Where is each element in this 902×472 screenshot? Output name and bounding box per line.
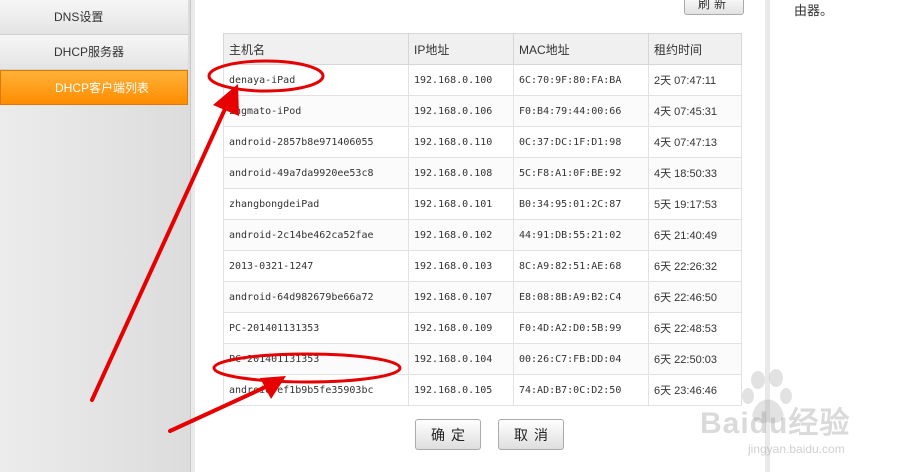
table-header-row: 主机名 IP地址 MAC地址 租约时间 [223, 33, 742, 65]
cell-lease: 5天 19:17:53 [648, 188, 742, 220]
help-text: 由器。 [794, 3, 834, 18]
cell-hostname: 2013-0321-1247 [223, 250, 409, 282]
cell-lease: 4天 07:47:13 [648, 126, 742, 158]
cell-ip: 192.168.0.106 [408, 95, 514, 127]
cell-ip: 192.168.0.104 [408, 343, 514, 375]
cell-hostname: android-2857b8e971406055 [223, 126, 409, 158]
cell-mac: 44:91:DB:55:21:02 [513, 219, 649, 251]
table-row: android-64d982679be66a72 192.168.0.107 E8:… [223, 281, 742, 313]
cell-ip: 192.168.0.100 [408, 64, 514, 96]
table-row: PC-201401131353 192.168.0.104 00:26:C7:FB:… [223, 343, 742, 375]
cell-hostname: zhgmato-iPod [223, 95, 409, 127]
cell-hostname: android-2c14be462ca52fae [223, 219, 409, 251]
cell-mac: 8C:A9:82:51:AE:68 [513, 250, 649, 282]
column-header-ip: IP地址 [408, 33, 514, 65]
cell-hostname: android-49a7da9920ee53c8 [223, 157, 409, 189]
cancel-button[interactable]: 取消 [498, 419, 564, 450]
cell-ip: 192.168.0.108 [408, 157, 514, 189]
table-row: denaya-iPad 192.168.0.100 6C:70:9F:80:FA:B… [223, 64, 742, 96]
cell-ip: 192.168.0.109 [408, 312, 514, 344]
cell-ip: 192.168.0.107 [408, 281, 514, 313]
cell-hostname: PC-201401131353 [223, 343, 409, 375]
cell-hostname: android-ef1b9b5fe35903bc [223, 374, 409, 406]
cell-ip: 192.168.0.102 [408, 219, 514, 251]
refresh-button[interactable]: 刷新 [684, 0, 744, 15]
cell-ip: 192.168.0.110 [408, 126, 514, 158]
cell-lease: 6天 21:40:49 [648, 219, 742, 251]
table-row: zhangbongdeiPad 192.168.0.101 B0:34:95:01:… [223, 188, 742, 220]
cell-mac: 74:AD:B7:0C:D2:50 [513, 374, 649, 406]
column-header-lease: 租约时间 [648, 33, 742, 65]
ok-button[interactable]: 确定 [415, 419, 481, 450]
cell-mac: F0:B4:79:44:00:66 [513, 95, 649, 127]
cell-ip: 192.168.0.103 [408, 250, 514, 282]
cell-lease: 4天 07:45:31 [648, 95, 742, 127]
dhcp-client-table: 主机名 IP地址 MAC地址 租约时间 denaya-iPad 192.168.0… [223, 33, 742, 406]
cell-mac: E8:08:8B:A9:B2:C4 [513, 281, 649, 313]
column-header-mac: MAC地址 [513, 33, 649, 65]
sidebar-item-dhcp-client-list[interactable]: DHCP客户端列表 [0, 70, 188, 105]
table-row: android-49a7da9920ee53c8 192.168.0.108 5C:… [223, 157, 742, 189]
table-row: PC-201401131353 192.168.0.109 F0:4D:A2:D0:… [223, 312, 742, 344]
column-header-hostname: 主机名 [223, 33, 409, 65]
baidu-watermark-url: jingyan.baidu.com [748, 442, 845, 456]
cell-mac: 6C:70:9F:80:FA:BA [513, 64, 649, 96]
cell-ip: 192.168.0.105 [408, 374, 514, 406]
cell-mac: B0:34:95:01:2C:87 [513, 188, 649, 220]
cell-lease: 6天 22:26:32 [648, 250, 742, 282]
cell-hostname: zhangbongdeiPad [223, 188, 409, 220]
cell-lease: 6天 22:48:53 [648, 312, 742, 344]
sidebar-item-dhcp-server[interactable]: DHCP服务器 [0, 35, 188, 70]
table-row: zhgmato-iPod 192.168.0.106 F0:B4:79:44:00:… [223, 95, 742, 127]
cell-mac: 00:26:C7:FB:DD:04 [513, 343, 649, 375]
sidebar: DNS设置 DHCP服务器 DHCP客户端列表 [0, 0, 191, 472]
cell-mac: 5C:F8:A1:0F:BE:92 [513, 157, 649, 189]
cell-hostname: denaya-iPad [223, 64, 409, 96]
table-row: android-2c14be462ca52fae 192.168.0.102 44:… [223, 219, 742, 251]
cell-lease: 6天 22:46:50 [648, 281, 742, 313]
table-row: android-ef1b9b5fe35903bc 192.168.0.105 74:… [223, 374, 742, 406]
cell-hostname: PC-201401131353 [223, 312, 409, 344]
table-row: android-2857b8e971406055 192.168.0.110 0C:… [223, 126, 742, 158]
cell-mac: 0C:37:DC:1F:D1:98 [513, 126, 649, 158]
cell-lease: 4天 18:50:33 [648, 157, 742, 189]
table-row: 2013-0321-1247 192.168.0.103 8C:A9:82:51:A… [223, 250, 742, 282]
cell-mac: F0:4D:A2:D0:5B:99 [513, 312, 649, 344]
cell-lease: 2天 07:47:11 [648, 64, 742, 96]
cell-hostname: android-64d982679be66a72 [223, 281, 409, 313]
sidebar-item-dns-settings[interactable]: DNS设置 [0, 0, 188, 35]
cell-ip: 192.168.0.101 [408, 188, 514, 220]
baidu-watermark-brand: Baidu经验 [700, 407, 851, 440]
